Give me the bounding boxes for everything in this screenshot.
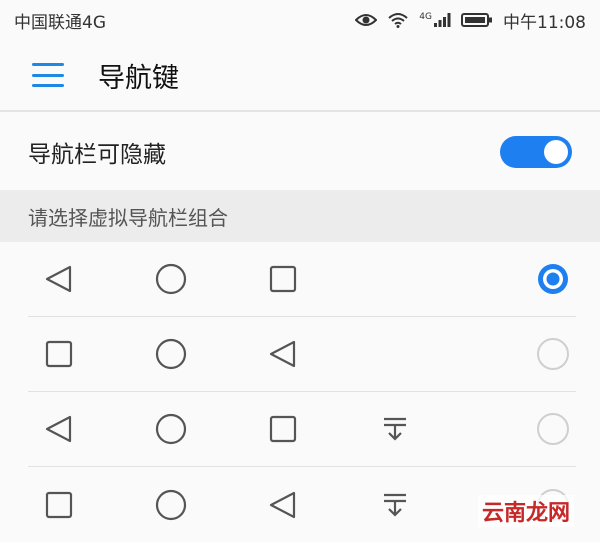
- watermark: 云南龙网: [477, 495, 574, 527]
- nav-combination-option-2[interactable]: [28, 317, 576, 392]
- page-title: 导航键: [98, 62, 179, 94]
- nav-combination-option-3[interactable]: [28, 392, 576, 467]
- signal-icon: 4G: [419, 12, 451, 28]
- hideable-nav-bar-setting[interactable]: 导航栏可隐藏: [0, 114, 600, 190]
- network-badge: 4G: [419, 12, 432, 22]
- carrier-label: 中国联通4G: [14, 12, 106, 33]
- home-key-icon: [155, 338, 187, 370]
- home-key-icon: [155, 413, 187, 445]
- home-key-icon: [155, 489, 187, 520]
- menu-icon[interactable]: [32, 63, 64, 87]
- hideable-nav-bar-label: 导航栏可隐藏: [28, 142, 166, 168]
- section-header: 请选择虚拟导航栏组合: [0, 190, 600, 242]
- recent-key-icon: [45, 491, 73, 518]
- back-key-icon: [45, 415, 72, 443]
- back-key-icon: [45, 265, 72, 293]
- radio-unselected[interactable]: [536, 412, 570, 446]
- radio-unselected[interactable]: [536, 337, 570, 371]
- battery-icon: [461, 13, 492, 27]
- hideable-nav-bar-toggle[interactable]: [500, 136, 572, 168]
- toggle-knob: [544, 140, 568, 164]
- home-key-icon: [155, 263, 187, 295]
- wifi-icon: [388, 13, 408, 28]
- nav-combination-option-1[interactable]: [28, 242, 576, 317]
- status-bar: 中国联通4G 4G 中午11:08: [0, 0, 600, 40]
- notification-pull-down-icon: [384, 493, 406, 517]
- recent-key-icon: [45, 340, 73, 368]
- back-key-icon: [269, 491, 296, 518]
- recent-key-icon: [269, 265, 297, 293]
- clock: 中午11:08: [503, 12, 586, 33]
- notification-pull-down-icon: [384, 417, 406, 441]
- status-icons: 4G 中午11:08: [355, 8, 586, 33]
- app-bar: 导航键: [0, 40, 600, 112]
- back-key-icon: [269, 340, 296, 368]
- recent-key-icon: [269, 415, 297, 443]
- radio-selected[interactable]: [536, 262, 570, 296]
- eye-icon: [355, 14, 378, 26]
